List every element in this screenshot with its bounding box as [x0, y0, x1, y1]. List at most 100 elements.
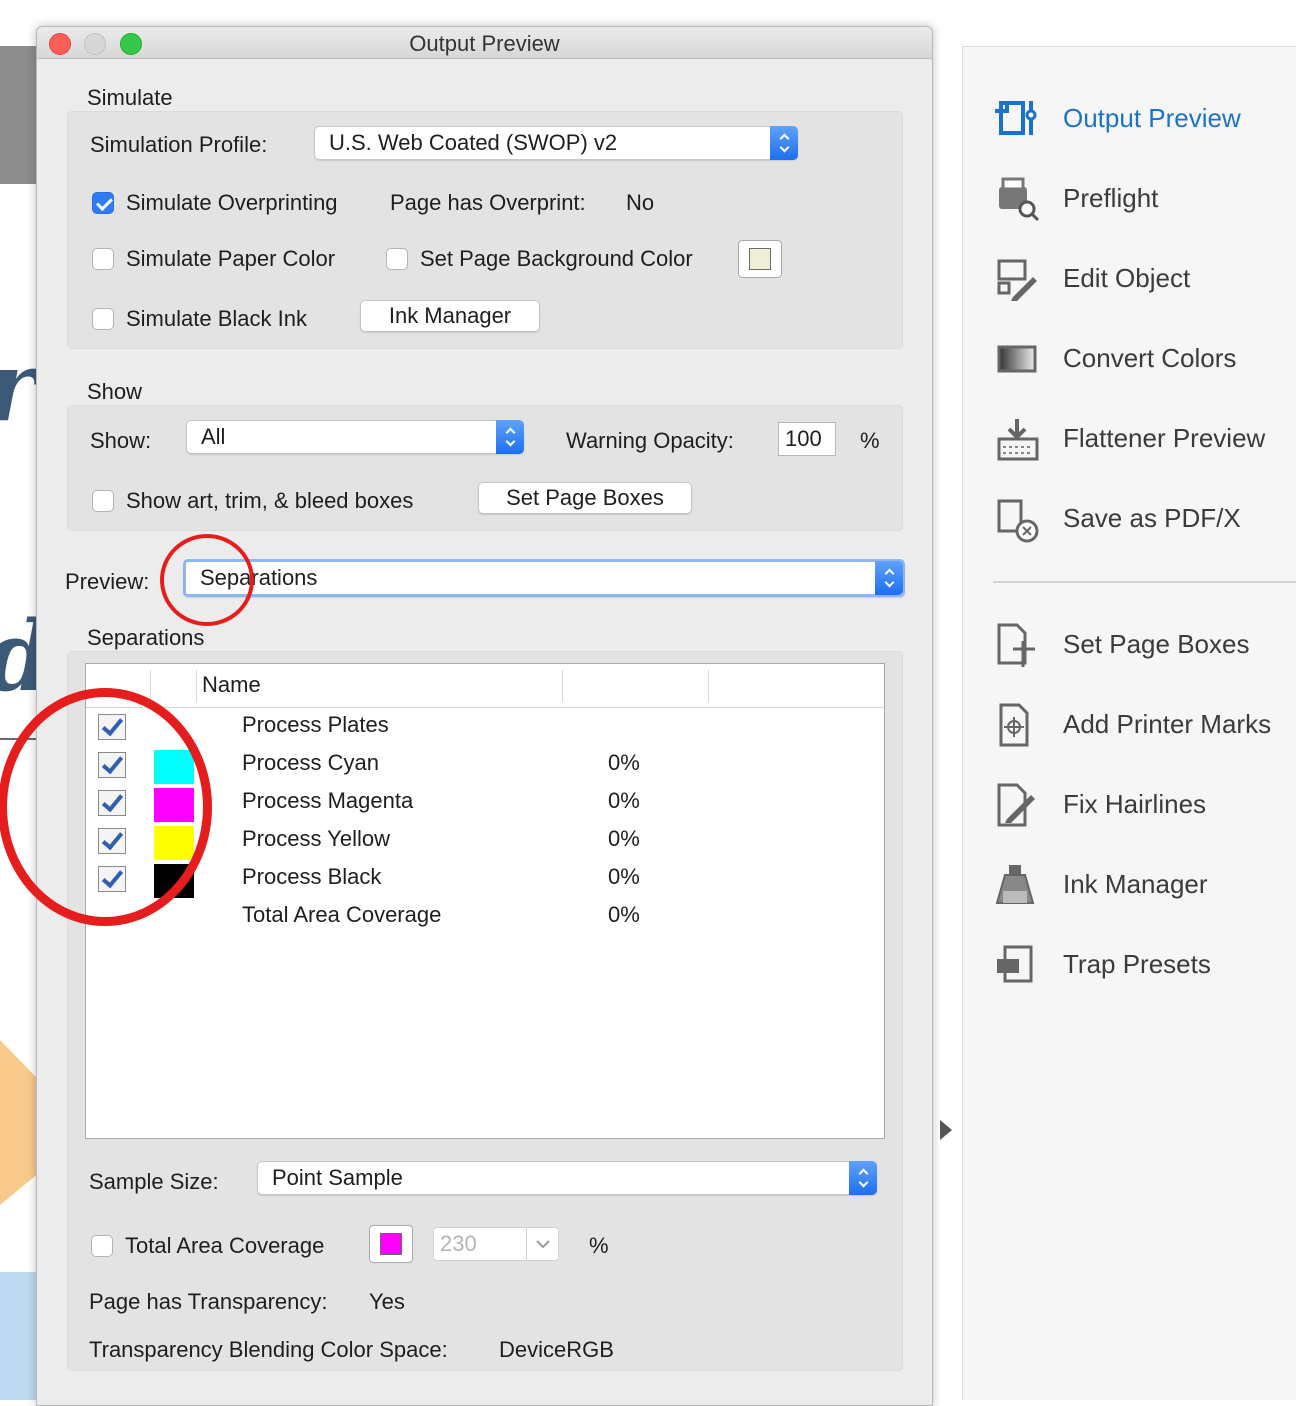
- warning-opacity-percent: %: [860, 428, 880, 453]
- column-divider: [562, 670, 563, 702]
- separation-name: Total Area Coverage: [242, 902, 442, 927]
- simulation-profile-select[interactable]: U.S. Web Coated (SWOP) v2: [314, 126, 798, 160]
- tool-flattener-preview[interactable]: Flattener Preview: [993, 417, 1296, 463]
- output-preview-icon: [993, 97, 1043, 143]
- show-label: Show:: [90, 428, 152, 453]
- tool-label: Preflight: [1063, 183, 1159, 213]
- chevron-updown-icon: [496, 420, 524, 454]
- annotation-circle-checkboxes: [0, 688, 212, 926]
- fix-hairlines-icon: [993, 783, 1043, 829]
- tool-label: Convert Colors: [1063, 343, 1237, 373]
- show-boxes-checkbox[interactable]: [92, 490, 114, 512]
- separation-name: Process Cyan: [242, 750, 379, 775]
- set-page-boxes-icon: [993, 623, 1043, 669]
- show-boxes-label: Show art, trim, & bleed boxes: [126, 488, 414, 513]
- separation-percent: 0%: [608, 826, 640, 851]
- total-area-coverage-percent: %: [589, 1233, 609, 1258]
- document-blue-block: [0, 1272, 40, 1400]
- tool-output-preview[interactable]: Output Preview: [993, 97, 1296, 143]
- ink-manager-icon: [993, 863, 1043, 909]
- tool-set-page-boxes[interactable]: Set Page Boxes: [993, 623, 1296, 669]
- edit-object-icon: [993, 257, 1043, 303]
- column-divider: [708, 670, 709, 702]
- page-has-transparency-label: Page has Transparency:: [89, 1289, 328, 1314]
- total-area-coverage-checkbox[interactable]: [91, 1235, 113, 1257]
- show-value: All: [201, 424, 226, 449]
- preflight-icon: [993, 177, 1043, 223]
- simulate-paper-color-label: Simulate Paper Color: [126, 246, 336, 271]
- simulate-black-ink-label: Simulate Black Ink: [126, 306, 307, 331]
- separations-table: Name Process Plates Process Cyan 0% Process…: [85, 663, 885, 1139]
- tool-save-pdfx[interactable]: Save as PDF/X: [993, 497, 1296, 543]
- convert-colors-icon: [993, 337, 1043, 383]
- separations-section-label: Separations: [87, 625, 205, 650]
- sample-size-value: Point Sample: [272, 1165, 403, 1190]
- table-row[interactable]: Total Area Coverage 0%: [86, 900, 884, 938]
- tool-preflight[interactable]: Preflight: [993, 177, 1296, 223]
- separation-name: Process Yellow: [242, 826, 390, 851]
- preview-select[interactable]: Separations: [183, 559, 905, 597]
- page-has-overprint-value: No: [626, 190, 655, 215]
- simulate-overprinting-label: Simulate Overprinting: [126, 190, 338, 215]
- document-orange-shape: [0, 1040, 40, 1205]
- set-page-background-color-checkbox[interactable]: [386, 248, 408, 270]
- separation-percent: 0%: [608, 788, 640, 813]
- preview-label: Preview:: [65, 569, 150, 594]
- tool-trap-presets[interactable]: Trap Presets: [993, 943, 1296, 989]
- flattener-preview-icon: [993, 417, 1043, 463]
- column-divider: [196, 670, 197, 702]
- warning-opacity-input[interactable]: 100: [778, 422, 836, 456]
- total-area-coverage-value: 230: [440, 1231, 477, 1256]
- separation-name: Process Black: [242, 864, 382, 889]
- tool-edit-object[interactable]: Edit Object: [993, 257, 1296, 303]
- table-header: Name: [86, 664, 884, 708]
- blending-color-space-value: DeviceRGB: [499, 1337, 614, 1362]
- simulate-black-ink-checkbox[interactable]: [92, 308, 114, 330]
- add-printer-marks-icon: [993, 703, 1043, 749]
- separation-percent: 0%: [608, 750, 640, 775]
- simulation-profile-label: Simulation Profile:: [90, 132, 268, 157]
- simulate-group: Simulation Profile: U.S. Web Coated (SWO…: [67, 111, 903, 349]
- total-area-coverage-combo[interactable]: 230: [433, 1227, 559, 1261]
- show-select[interactable]: All: [186, 420, 524, 454]
- title-bar[interactable]: Output Preview: [37, 27, 932, 59]
- tool-label: Ink Manager: [1063, 869, 1208, 899]
- blending-color-space-label: Transparency Blending Color Space:: [89, 1337, 448, 1362]
- trap-presets-icon: [993, 943, 1043, 989]
- name-column-header[interactable]: Name: [202, 672, 261, 698]
- document-background: r d: [0, 0, 40, 1400]
- total-area-coverage-swatch[interactable]: [369, 1225, 413, 1263]
- collapse-panel-arrow-icon[interactable]: [940, 1120, 952, 1140]
- tool-ink-manager[interactable]: Ink Manager: [993, 863, 1296, 909]
- chevron-updown-icon: [849, 1161, 877, 1195]
- ink-manager-button[interactable]: Ink Manager: [360, 300, 540, 332]
- simulation-profile-value: U.S. Web Coated (SWOP) v2: [329, 130, 618, 155]
- set-page-boxes-button[interactable]: Set Page Boxes: [478, 482, 692, 514]
- tools-panel: Output Preview Preflight Edit Object Conver…: [962, 46, 1296, 1400]
- sample-size-label: Sample Size:: [89, 1169, 219, 1194]
- chevron-updown-icon: [770, 126, 798, 160]
- page-background-color-swatch[interactable]: [738, 240, 782, 278]
- simulate-paper-color-checkbox[interactable]: [92, 248, 114, 270]
- sample-size-select[interactable]: Point Sample: [257, 1161, 877, 1195]
- chevron-updown-icon: [875, 561, 903, 595]
- tool-fix-hairlines[interactable]: Fix Hairlines: [993, 783, 1296, 829]
- simulate-section-label: Simulate: [87, 85, 173, 110]
- table-row[interactable]: Process Black 0%: [86, 862, 884, 900]
- tool-label: Edit Object: [1063, 263, 1191, 293]
- page-has-transparency-value: Yes: [369, 1289, 405, 1314]
- total-area-coverage-label: Total Area Coverage: [125, 1233, 325, 1258]
- tool-label: Flattener Preview: [1063, 423, 1266, 453]
- tool-label: Output Preview: [1063, 103, 1241, 133]
- tool-convert-colors[interactable]: Convert Colors: [993, 337, 1296, 383]
- coverage-color-chip: [380, 1233, 402, 1255]
- show-group: Show: All Warning Opacity: 100 % Show ar…: [67, 405, 903, 531]
- document-glyph: r: [0, 330, 37, 443]
- set-page-background-color-label: Set Page Background Color: [420, 246, 693, 271]
- tool-label: Fix Hairlines: [1063, 789, 1207, 819]
- simulate-overprinting-checkbox[interactable]: [92, 192, 114, 214]
- annotation-circle-preview: [160, 534, 254, 626]
- separation-name: Process Magenta: [242, 788, 414, 813]
- table-row[interactable]: Process Plates: [86, 710, 884, 748]
- tool-add-printer-marks[interactable]: Add Printer Marks: [993, 703, 1296, 749]
